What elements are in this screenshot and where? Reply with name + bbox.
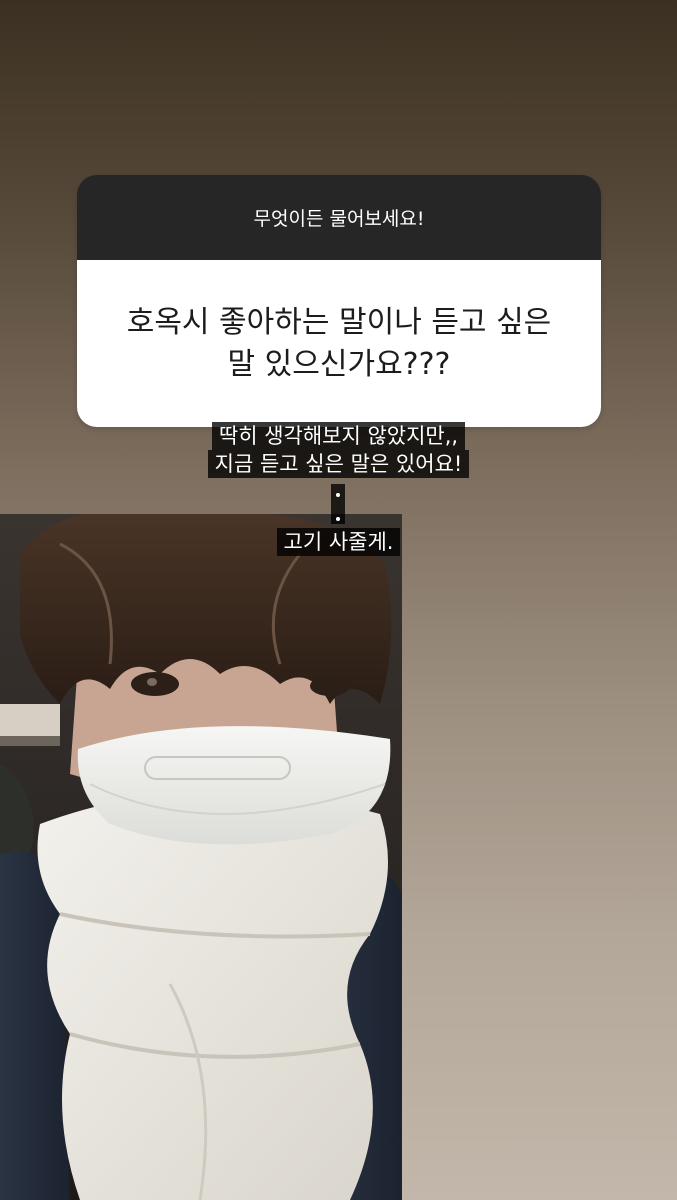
final-caption: 고기 사줄게. xyxy=(0,528,677,556)
dot-icon xyxy=(336,517,340,521)
question-header: 무엇이든 물어보세요! xyxy=(77,175,601,260)
question-body: 호옥시 좋아하는 말이나 듣고 싶은 말 있으신가요??? xyxy=(77,260,601,427)
ellipsis-dots xyxy=(331,484,345,524)
answer-line1: 딱히 생각해보지 않았지만,, xyxy=(211,422,466,450)
final-caption-text: 고기 사줄게. xyxy=(276,528,401,556)
question-sticker[interactable]: 무엇이든 물어보세요! 호옥시 좋아하는 말이나 듣고 싶은 말 있으신가요??… xyxy=(77,175,601,427)
question-text-line2: 말 있으신가요??? xyxy=(227,346,451,382)
answer-line2: 지금 듣고 싶은 말은 있어요! xyxy=(207,450,470,478)
selfie-photo xyxy=(0,514,402,1200)
story-canvas: 무엇이든 물어보세요! 호옥시 좋아하는 말이나 듣고 싶은 말 있으신가요??… xyxy=(0,0,677,1200)
question-text-line1: 호옥시 좋아하는 말이나 듣고 싶은 xyxy=(126,304,552,340)
answer-caption: 딱히 생각해보지 않았지만,, 지금 듣고 싶은 말은 있어요! xyxy=(0,422,677,478)
dot-icon xyxy=(336,493,340,497)
